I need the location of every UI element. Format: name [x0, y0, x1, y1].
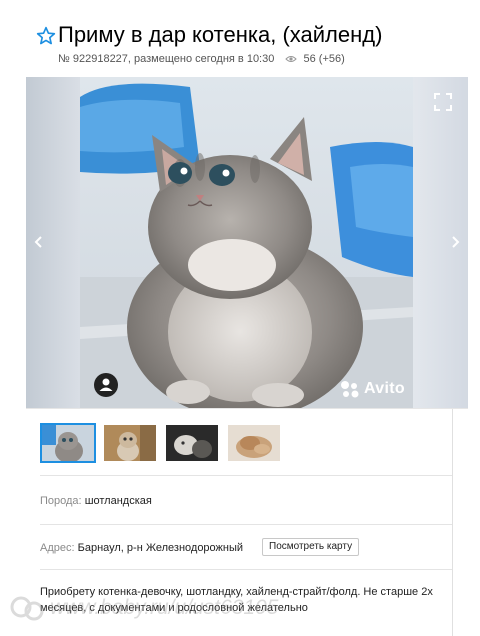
chevron-left-icon[interactable]	[32, 235, 46, 249]
views-count: 56 (+56)	[303, 53, 345, 65]
eye-icon	[285, 56, 298, 63]
address-value: Барнаул, р-н Железнодорожный	[77, 542, 244, 554]
user-glyph	[99, 378, 113, 391]
show-map-button[interactable]: Посмотреть карту	[262, 538, 360, 556]
page-title: Приму в дар котенка, (хайленд)	[58, 22, 383, 47]
thumbnail-3[interactable]	[164, 423, 220, 463]
thumbnail-strip	[40, 423, 282, 463]
baby-ru-logo-icon	[10, 596, 44, 621]
divider	[40, 569, 452, 570]
divider	[40, 475, 452, 476]
photo-viewer[interactable]: Avito	[26, 77, 468, 409]
listing-header: Приму в дар котенка, (хайленд) № 9229182…	[0, 0, 480, 76]
thumbnail-4[interactable]	[226, 423, 282, 463]
main-photo[interactable]	[80, 77, 413, 408]
address-row: Адрес: Барнаул, р-н Железнодорожный	[40, 541, 243, 555]
user-icon[interactable]	[94, 373, 118, 397]
kitten-photo	[80, 77, 413, 408]
watermark-text: www.baby.ru/u/ust63105	[50, 596, 279, 619]
listing-meta: № 922918227, размещено сегодня в 10:30 5…	[58, 52, 345, 66]
breed-label: Порода:	[40, 495, 82, 507]
thumbnail-1[interactable]	[40, 423, 96, 463]
thumbnail-2[interactable]	[102, 423, 158, 463]
star-outline-icon[interactable]	[36, 26, 56, 46]
listing-number: № 922918227, размещено сегодня в 10:30	[58, 53, 275, 65]
chevron-right-icon[interactable]	[448, 235, 462, 249]
avito-watermark: Avito	[340, 379, 405, 399]
avito-brand: Avito	[364, 380, 405, 397]
address-label: Адрес:	[40, 542, 75, 554]
breed-value: шотландская	[84, 495, 152, 507]
avito-logo-icon	[341, 381, 359, 398]
fullscreen-icon[interactable]	[434, 93, 452, 111]
breed-row: Порода: шотландская	[40, 494, 152, 508]
divider	[40, 524, 452, 525]
baby-ru-watermark: www.baby.ru/u/ust63105	[10, 592, 330, 626]
